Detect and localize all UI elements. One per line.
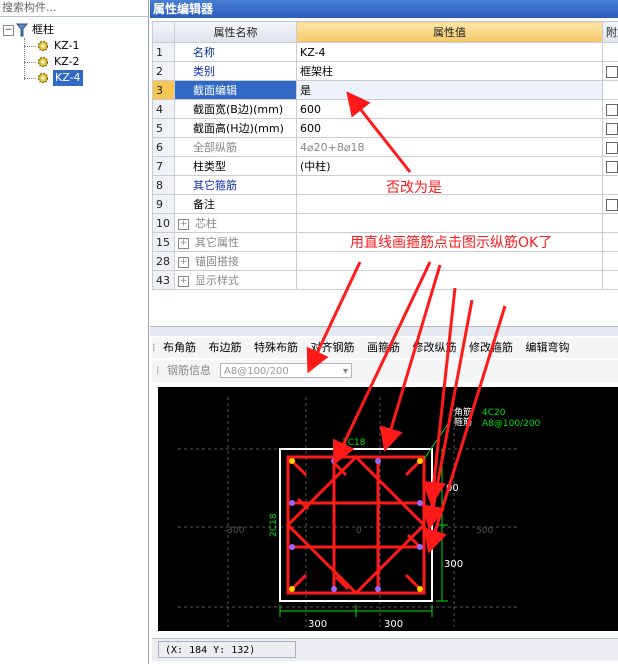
annotation-change-to-yes: 否改为是 <box>386 180 442 196</box>
arrow-to-rebar-info <box>306 261 362 374</box>
arrow-to-top-bar-1 <box>332 261 432 466</box>
arrow-to-right-bar-1 <box>422 287 457 506</box>
arrow-to-top-bar-2 <box>379 264 442 452</box>
annotation-overlay <box>306 91 507 554</box>
annotation-instruction: 用直线画箍筋点击图示纵筋OK了 <box>350 235 553 251</box>
arrow-to-section-edit <box>346 91 412 173</box>
